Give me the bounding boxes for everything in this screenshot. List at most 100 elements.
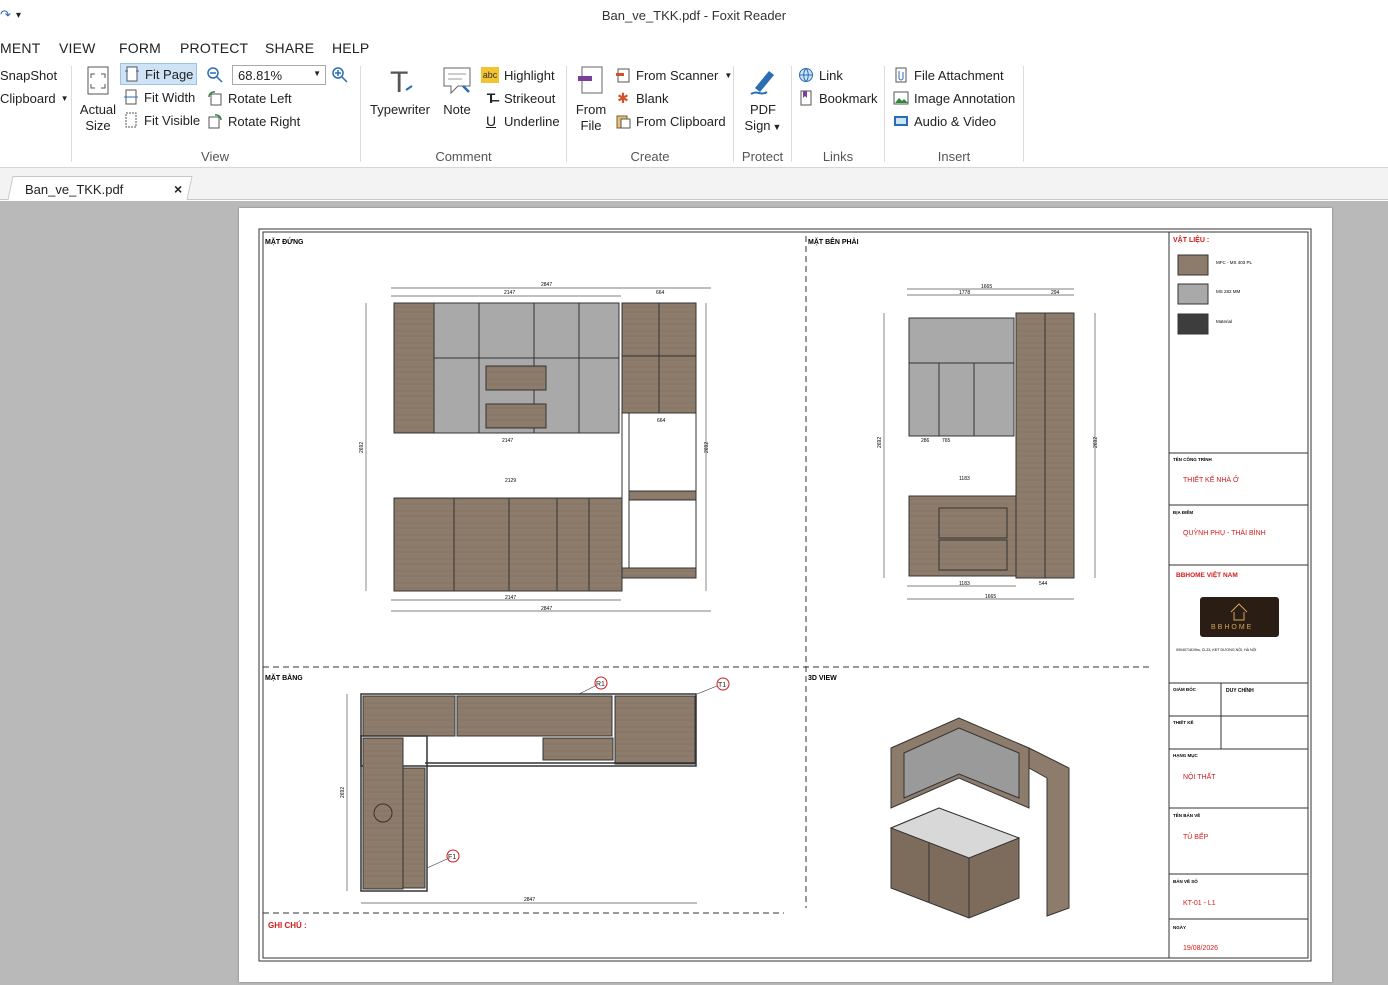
ribbon-group-links: Link Bookmark Links bbox=[792, 60, 884, 166]
side-upper-gray bbox=[908, 317, 1015, 437]
audio-video-button[interactable]: Audio & Video bbox=[893, 110, 996, 132]
rotate-right-icon bbox=[207, 113, 223, 129]
fit-width-icon bbox=[123, 89, 139, 105]
rotate-left-label: Rotate Left bbox=[228, 90, 292, 106]
close-tab-icon[interactable]: × bbox=[174, 181, 182, 197]
rotate-right-button[interactable]: Rotate Right bbox=[207, 110, 300, 132]
dim-front-upper: 2147 bbox=[504, 290, 515, 296]
ribbon-divider bbox=[1023, 66, 1024, 162]
dim-front-mid: 2147 bbox=[502, 438, 513, 444]
menu-form[interactable]: FORM bbox=[119, 40, 161, 56]
menu-bar: MENT VIEW FORM PROTECT SHARE HELP bbox=[0, 36, 1388, 60]
date-label: NGÀY bbox=[1173, 924, 1186, 930]
menu-view[interactable]: VIEW bbox=[59, 40, 96, 56]
document-tab-label[interactable]: Ban_ve_TKK.pdf bbox=[25, 182, 123, 197]
ribbon-group-comment: T Typewriter Note abc Highlight T̶ Strik… bbox=[361, 60, 566, 166]
dim-front-total: 2847 bbox=[541, 606, 552, 612]
fit-visible-button[interactable]: Fit Visible bbox=[123, 109, 200, 131]
dim-side-base: 1183 bbox=[959, 581, 970, 587]
company-name: BBHOME VIỆT NAM bbox=[1176, 570, 1238, 579]
fit-page-button[interactable]: Fit Page bbox=[120, 63, 198, 85]
dim-front-side: 664 bbox=[656, 290, 665, 296]
zoom-select[interactable]: 68.81% ▼ bbox=[232, 65, 326, 85]
from-scanner-button[interactable]: From Scanner ▼ bbox=[615, 64, 732, 86]
actual-size-label-1: Actual bbox=[79, 102, 117, 117]
from-clipboard-label: From Clipboard bbox=[636, 113, 726, 129]
strikeout-button[interactable]: T̶ Strikeout bbox=[483, 87, 556, 109]
from-clipboard-button[interactable]: From Clipboard bbox=[615, 110, 726, 132]
front-elevation: 2847 2147 664 2147 664 2129 2147 2847 26… bbox=[359, 282, 711, 612]
pdf-sign-label-2: Sign bbox=[744, 118, 771, 133]
dim-front-side-2: 664 bbox=[657, 418, 666, 424]
blank-label: Blank bbox=[636, 90, 669, 106]
notes-label: GHI CHÚ : bbox=[268, 921, 307, 930]
image-icon bbox=[893, 90, 909, 106]
pdf-sign-button[interactable]: PDF Sign ▼ bbox=[738, 64, 788, 133]
create-group-label: Create bbox=[630, 149, 670, 164]
menu-help[interactable]: HELP bbox=[332, 40, 369, 56]
typewriter-button[interactable]: T Typewriter bbox=[368, 64, 432, 117]
link-button[interactable]: Link bbox=[798, 64, 843, 86]
document-tab-strip: Ban_ve_TKK.pdf × bbox=[0, 168, 1388, 200]
chevron-down-icon: ▼ bbox=[313, 69, 321, 78]
side-elevation: 1778 294 1665 765 286 1183 1183 544 1665… bbox=[877, 284, 1099, 600]
bookmark-button[interactable]: Bookmark bbox=[798, 87, 878, 109]
view-group-label: View bbox=[201, 149, 229, 164]
dim-plan-length: 2847 bbox=[524, 897, 535, 903]
underline-button[interactable]: U Underline bbox=[483, 110, 560, 132]
blank-button[interactable]: ✱ Blank bbox=[615, 87, 669, 109]
actual-size-button[interactable]: Actual Size bbox=[76, 64, 120, 133]
insert-group-label: Insert bbox=[937, 149, 971, 164]
pen-sign-icon bbox=[747, 64, 779, 98]
location-value: QUỲNH PHỤ - THÁI BÌNH bbox=[1183, 528, 1266, 537]
note-button[interactable]: Note bbox=[437, 64, 477, 117]
dim-plan-depth: 2692 bbox=[340, 787, 346, 798]
protect-group-label: Protect bbox=[741, 149, 784, 164]
underline-label: Underline bbox=[504, 113, 560, 129]
dim-side-294: 294 bbox=[1051, 290, 1060, 296]
dim-front-top: 2847 bbox=[541, 282, 552, 288]
dim-side-top: 1665 bbox=[981, 284, 992, 290]
callout-t1: T1 bbox=[718, 682, 726, 689]
typewriter-label: Typewriter bbox=[370, 102, 430, 117]
dim-front-counter: 2129 bbox=[505, 478, 516, 484]
fit-width-button[interactable]: Fit Width bbox=[123, 86, 195, 108]
clipboard-icon bbox=[615, 113, 631, 129]
chevron-down-icon: ▼ bbox=[772, 122, 782, 132]
actual-size-label-2: Size bbox=[85, 118, 111, 133]
from-file-button[interactable]: From File bbox=[571, 64, 611, 133]
menu-comment[interactable]: MENT bbox=[0, 40, 40, 56]
snapshot-button[interactable]: SnapShot bbox=[0, 64, 57, 86]
fit-visible-icon bbox=[123, 112, 139, 128]
plan-view: 2847 2692 R1 T1 F1 bbox=[340, 676, 730, 904]
dim-front-height: 2692 bbox=[359, 442, 365, 453]
menu-share[interactable]: SHARE bbox=[265, 40, 314, 56]
links-group-label: Links bbox=[822, 149, 854, 164]
menu-protect[interactable]: PROTECT bbox=[180, 40, 248, 56]
clipboard-button[interactable]: Clipboard ▼ bbox=[0, 87, 69, 109]
material-swatch-dark bbox=[1177, 313, 1209, 335]
material-swatch-wood bbox=[1177, 254, 1209, 276]
dim-side-1778: 1778 bbox=[959, 290, 970, 296]
pdf-sign-label-1: PDF bbox=[750, 102, 776, 117]
rotate-left-button[interactable]: Rotate Left bbox=[207, 87, 292, 109]
bookmark-icon bbox=[798, 90, 814, 106]
image-annotation-button[interactable]: Image Annotation bbox=[893, 87, 1015, 109]
highlight-button[interactable]: abc Highlight bbox=[481, 64, 555, 86]
title-block: VẬT LIỆU : MFC - MS 403 PL MS 282 MM Mat… bbox=[1169, 235, 1308, 952]
chevron-down-icon: ▼ bbox=[60, 93, 69, 103]
blank-page-icon: ✱ bbox=[617, 90, 629, 106]
zoom-out-icon[interactable] bbox=[207, 67, 223, 86]
dim-side-counter: 1183 bbox=[959, 476, 970, 482]
file-attachment-button[interactable]: File Attachment bbox=[893, 64, 1004, 86]
zoom-in-icon[interactable] bbox=[332, 67, 348, 86]
pdf-page: MẶT ĐỨNG MẶT BÊN PHẢI MẶT BẰNG 3D VIEW G… bbox=[239, 208, 1332, 982]
link-globe-icon bbox=[798, 67, 814, 83]
title-bar: ↷ ▾ Ban_ve_TKK.pdf - Foxit Reader bbox=[0, 0, 1388, 34]
material-swatch-gray bbox=[1177, 283, 1209, 305]
comment-group-label: Comment bbox=[435, 149, 492, 164]
section-plan-label: MẶT BẰNG bbox=[265, 673, 303, 682]
file-attachment-label: File Attachment bbox=[914, 67, 1004, 83]
ribbon: SnapShot Clipboard ▼ Actual Size Fit Pag… bbox=[0, 60, 1388, 168]
typewriter-icon: T bbox=[384, 64, 416, 99]
